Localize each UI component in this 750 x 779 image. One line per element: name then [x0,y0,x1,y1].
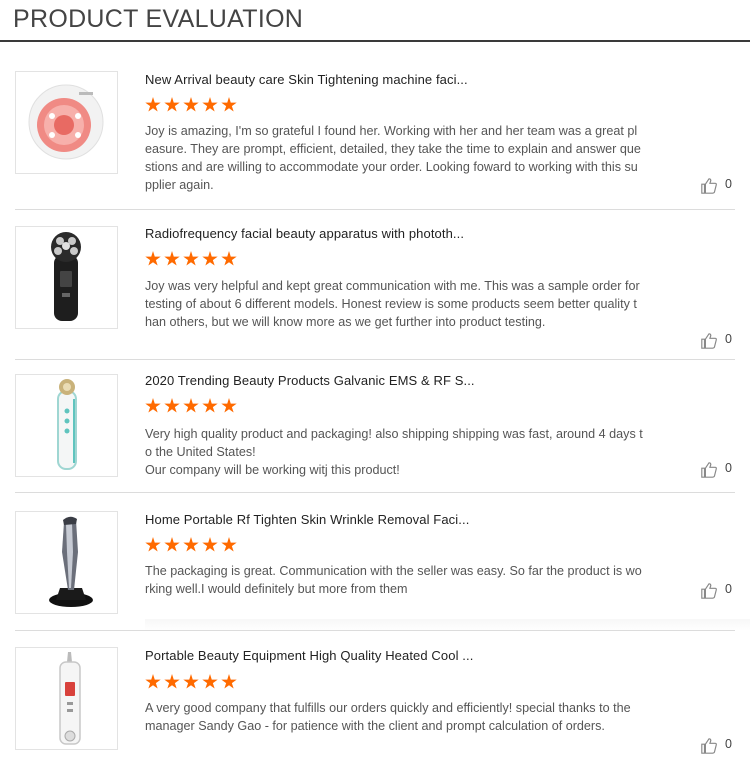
review-paragraph: Joy is amazing, I'm so grateful I found … [145,124,641,192]
review-text: The packaging is great. Communication wi… [145,562,643,598]
like-count: 0 [725,737,732,751]
review-text: Very high quality product and packaging!… [145,425,643,479]
star-icon [145,251,161,266]
star-icon [202,674,218,689]
star-icon [202,537,218,552]
review-paragraph: Our company will be working witj this pr… [145,463,400,477]
review-text: Joy was very helpful and kept great comm… [145,277,643,331]
review-paragraph: Very high quality product and packaging!… [145,427,643,459]
star-icon [202,398,218,413]
star-icon [183,537,199,552]
product-title-link[interactable]: 2020 Trending Beauty Products Galvanic E… [145,373,475,388]
round-skin-tightening-device-icon [28,84,104,160]
like-count: 0 [725,177,732,191]
review-divider [15,209,735,210]
like-count: 0 [725,461,732,475]
rating-stars [145,537,240,555]
product-thumbnail[interactable] [15,71,118,174]
thumbs-up-icon [701,178,717,194]
review-paragraph: Joy was very helpful and kept great comm… [145,279,640,329]
rating-stars [145,398,240,416]
star-icon [221,97,237,112]
rating-stars [145,97,240,115]
star-icon [145,537,161,552]
star-icon [145,674,161,689]
page-title: PRODUCT EVALUATION [13,5,304,33]
like-count: 0 [725,332,732,346]
review-divider [15,359,735,360]
product-title-link[interactable]: Portable Beauty Equipment High Quality H… [145,648,473,663]
product-title-link[interactable]: Home Portable Rf Tighten Skin Wrinkle Re… [145,512,469,527]
product-thumbnail[interactable] [15,647,118,750]
star-icon [145,97,161,112]
like-count: 0 [725,582,732,596]
thumbs-up-icon [701,583,717,599]
star-icon [145,398,161,413]
star-icon [221,398,237,413]
review-text: A very good company that fulfills our or… [145,699,643,735]
thumbs-up-icon [701,462,717,478]
product-thumbnail[interactable] [15,226,118,329]
star-icon [164,537,180,552]
product-title-link[interactable]: Radiofrequency facial beauty apparatus w… [145,226,464,241]
thumbs-up-icon [701,738,717,754]
star-icon [164,97,180,112]
white-galvanic-wand-icon [57,379,77,470]
product-title-link[interactable]: New Arrival beauty care Skin Tightening … [145,72,468,87]
rating-stars [145,251,240,269]
star-icon [183,251,199,266]
chrome-rf-wand-on-stand-icon [49,516,93,607]
review-text: Joy is amazing, I'm so grateful I found … [145,122,643,194]
black-rf-beauty-wand-icon [51,232,81,321]
star-icon [202,97,218,112]
page-header: PRODUCT EVALUATION [0,0,750,42]
review-divider [15,492,735,493]
star-icon [164,251,180,266]
white-pen-beauty-device-icon [59,652,81,745]
star-icon [221,251,237,266]
star-icon [164,674,180,689]
star-icon [183,674,199,689]
thumbs-up-icon [701,333,717,349]
review-paragraph: The packaging is great. Communication wi… [145,564,642,596]
review-divider [15,630,735,631]
star-icon [164,398,180,413]
star-icon [202,251,218,266]
rating-stars [145,674,240,692]
product-thumbnail[interactable] [15,374,118,477]
star-icon [221,674,237,689]
star-icon [221,537,237,552]
star-icon [183,97,199,112]
star-icon [183,398,199,413]
review-paragraph: A very good company that fulfills our or… [145,701,631,733]
product-thumbnail[interactable] [15,511,118,614]
